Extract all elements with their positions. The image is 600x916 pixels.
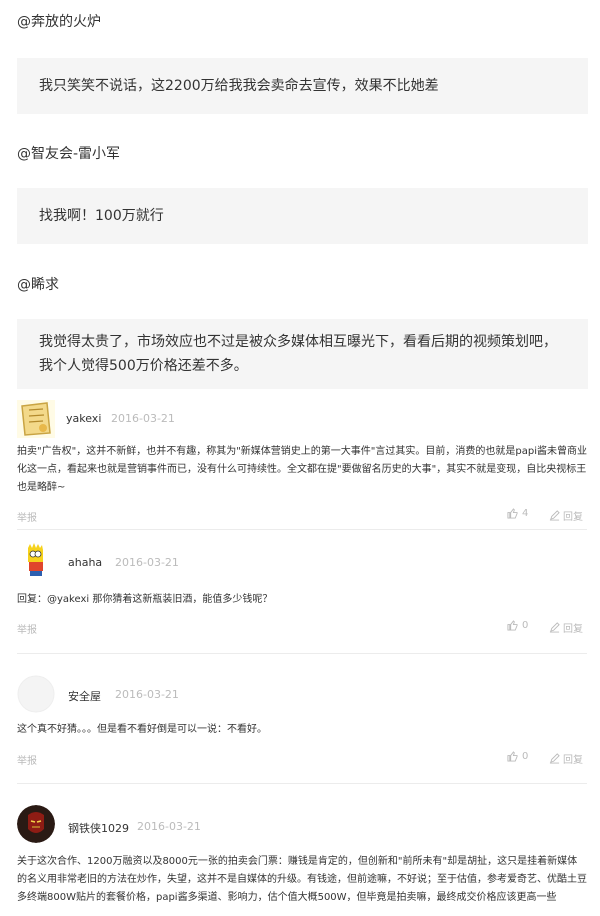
divider bbox=[17, 653, 587, 654]
mention-handle[interactable]: @奔放的火炉 bbox=[17, 11, 101, 31]
avatar[interactable] bbox=[17, 542, 55, 580]
pencil-icon bbox=[549, 622, 560, 633]
comment-date: 2016-03-21 bbox=[115, 688, 179, 701]
like-button[interactable]: 0 bbox=[507, 751, 528, 762]
comment-username[interactable]: ahaha bbox=[68, 556, 102, 569]
report-link[interactable]: 举报 bbox=[17, 509, 37, 524]
comment-item: yakexi 2016-03-21 拍卖"广告权"，这并不新鲜，也并不有趣，称其… bbox=[0, 400, 600, 530]
quote-text: 找我啊！100万就行 bbox=[39, 208, 164, 224]
reply-button[interactable]: 回复 bbox=[549, 620, 583, 635]
pencil-icon bbox=[549, 510, 560, 521]
avatar[interactable] bbox=[17, 805, 55, 843]
comment-username[interactable]: 安全屋 bbox=[68, 688, 101, 704]
comment-item: 安全屋 2016-03-21 这个真不好猜。。。但是看不看好倒是可以一说：不看好… bbox=[0, 675, 600, 785]
comment-body: 拍卖"广告权"，这并不新鲜，也并不有趣，称其为"新媒体营销史上的第一大事件"言过… bbox=[17, 446, 587, 493]
divider bbox=[17, 783, 587, 784]
reply-label: 回复 bbox=[563, 755, 583, 766]
comment-date: 2016-03-21 bbox=[115, 556, 179, 569]
like-button[interactable]: 4 bbox=[507, 508, 528, 519]
reply-button[interactable]: 回复 bbox=[549, 751, 583, 766]
like-button[interactable]: 0 bbox=[507, 620, 528, 631]
thumbs-up-icon bbox=[507, 508, 518, 519]
comment-body: 回复：@yakexi 那你猜着这新瓶装旧酒，能值多少钱呢？ bbox=[17, 594, 273, 605]
reply-button[interactable]: 回复 bbox=[549, 508, 583, 523]
ironman-avatar-icon bbox=[17, 805, 55, 843]
default-avatar-icon bbox=[17, 675, 55, 713]
mention-handle[interactable]: @智友会-雷小军 bbox=[17, 143, 120, 163]
quote-block: 我觉得太贵了，市场效应也不过是被众多媒体相互曝光下，看看后期的视频策划吧，我个人… bbox=[17, 319, 588, 389]
thumbs-up-icon bbox=[507, 751, 518, 762]
comment-username[interactable]: 钢铁侠1029 bbox=[68, 820, 129, 836]
avatar[interactable] bbox=[17, 675, 55, 713]
reply-label: 回复 bbox=[563, 512, 583, 523]
comment-item: ahaha 2016-03-21 回复：@yakexi 那你猜着这新瓶装旧酒，能… bbox=[0, 542, 600, 652]
quote-block: 我只笑笑不说话，这2200万给我我会卖命去宣传，效果不比她差 bbox=[17, 58, 588, 114]
comment-username[interactable]: yakexi bbox=[66, 412, 101, 425]
comment-date: 2016-03-21 bbox=[137, 820, 201, 833]
reply-label: 回复 bbox=[563, 624, 583, 635]
like-count: 0 bbox=[522, 751, 529, 762]
pencil-icon bbox=[549, 753, 560, 764]
comment-body: 关于这次合作、1200万融资以及8000元一张的拍卖会门票：赚钱是肯定的，但创新… bbox=[17, 856, 587, 903]
avatar[interactable] bbox=[17, 400, 55, 438]
report-link[interactable]: 举报 bbox=[17, 621, 37, 636]
report-link[interactable]: 举报 bbox=[17, 752, 37, 767]
like-count: 4 bbox=[522, 508, 529, 519]
thumbs-up-icon bbox=[507, 620, 518, 631]
comment-date: 2016-03-21 bbox=[111, 412, 175, 425]
quote-text: 我只笑笑不说话，这2200万给我我会卖命去宣传，效果不比她差 bbox=[39, 78, 439, 94]
divider bbox=[17, 529, 587, 530]
quote-block: 找我啊！100万就行 bbox=[17, 188, 588, 244]
comment-item: 钢铁侠1029 2016-03-21 关于这次合作、1200万融资以及8000元… bbox=[0, 805, 600, 916]
comment-page: @奔放的火炉 我只笑笑不说话，这2200万给我我会卖命去宣传，效果不比她差 @智… bbox=[0, 0, 600, 916]
mention-handle[interactable]: @睎求 bbox=[17, 274, 59, 294]
quote-text: 我觉得太贵了，市场效应也不过是被众多媒体相互曝光下，看看后期的视频策划吧，我个人… bbox=[39, 334, 557, 374]
comment-body: 这个真不好猜。。。但是看不看好倒是可以一说：不看好。 bbox=[17, 724, 267, 735]
like-count: 0 bbox=[522, 620, 529, 631]
scroll-avatar-icon bbox=[17, 400, 55, 438]
cartoon-avatar-icon bbox=[17, 542, 55, 580]
